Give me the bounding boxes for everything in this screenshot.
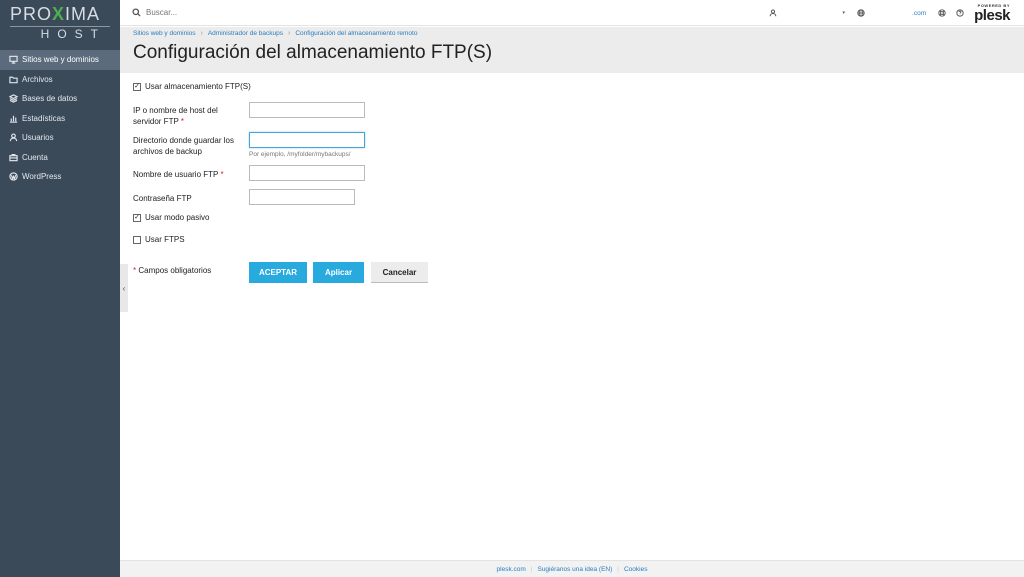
sidebar-item-wordpress[interactable]: WordPress — [0, 167, 120, 187]
brand-logo[interactable]: PROXIMA HOST — [0, 0, 120, 48]
use-ftp-checkbox[interactable]: ✓ — [133, 82, 141, 91]
monitor-icon — [8, 55, 18, 65]
ftp-username-input[interactable] — [249, 165, 365, 181]
sidebar-item-label: Sitios web y dominios — [22, 55, 99, 65]
ftp-password-input[interactable] — [249, 189, 355, 205]
ftps-label: Usar FTPS — [145, 235, 185, 244]
domain-link[interactable]: .com — [912, 10, 926, 17]
passive-mode-checkbox[interactable]: ✓ — [133, 213, 141, 222]
chevron-down-icon[interactable]: ▾ — [843, 10, 846, 16]
apply-button[interactable]: Aplicar — [313, 262, 364, 283]
footer-link-suggest-idea[interactable]: Sugiéranos una idea (EN) — [537, 566, 612, 573]
sidebar-item-label: Bases de datos — [22, 94, 78, 104]
search-icon — [132, 8, 141, 17]
briefcase-icon — [8, 152, 18, 162]
footer-link-plesk[interactable]: plesk.com — [497, 566, 526, 573]
sidebar-item-label: Cuenta — [22, 152, 48, 162]
username-label: Nombre de usuario FTP * — [133, 170, 224, 179]
top-right-controls: ▾ .com POWERED BY plesk — [769, 0, 1010, 26]
footer-link-cookies[interactable]: Cookies — [624, 566, 647, 573]
breadcrumb-separator-icon: › — [200, 30, 203, 37]
use-ftp-label: Usar almacenamiento FTP(S) — [145, 82, 251, 91]
sidebar-item-files[interactable]: Archivos — [0, 70, 120, 90]
logo-subtitle: HOST — [10, 26, 110, 41]
question-circle-icon — [956, 9, 964, 17]
sidebar-item-label: Archivos — [22, 74, 53, 84]
sidebar-nav: Sitios web y dominios Archivos Bases de … — [0, 50, 120, 187]
breadcrumb-separator-icon: › — [288, 30, 291, 37]
folder-icon — [8, 74, 18, 84]
search-input[interactable] — [146, 8, 446, 17]
ftp-host-input[interactable] — [249, 102, 365, 118]
database-icon — [8, 94, 18, 104]
sidebar-item-label: Usuarios — [22, 133, 54, 143]
chevron-left-icon: ‹ — [122, 283, 126, 293]
user-icon — [8, 133, 18, 143]
breadcrumb: Sitios web y dominios › Administrador de… — [133, 30, 417, 37]
directory-hint: Por ejemplo, /myfolder/mybackups/ — [249, 151, 351, 158]
page-header: Sitios web y dominios › Administrador de… — [120, 27, 1024, 73]
sidebar-item-websites[interactable]: Sitios web y dominios — [0, 50, 120, 70]
help-button[interactable] — [956, 9, 964, 17]
footer-separator: | — [617, 565, 619, 573]
password-label: Contraseña FTP — [133, 194, 192, 203]
plesk-wordmark: plesk — [974, 6, 1010, 24]
subscription-selector[interactable] — [857, 9, 865, 17]
page-title: Configuración del almacenamiento FTP(S) — [133, 42, 493, 63]
required-fields-note: * Campos obligatorios — [133, 266, 212, 275]
sidebar: PROXIMA HOST Sitios web y dominios Archi… — [0, 0, 120, 577]
wordpress-icon — [8, 172, 18, 182]
accept-button[interactable]: ACEPTAR — [249, 262, 307, 283]
search-box — [132, 8, 732, 17]
sidebar-item-databases[interactable]: Bases de datos — [0, 89, 120, 109]
cancel-button[interactable]: Cancelar — [371, 262, 428, 283]
logo-wordmark: PROXIMA — [10, 4, 101, 24]
sidebar-item-label: Estadísticas — [22, 113, 66, 123]
user-menu[interactable] — [769, 9, 777, 17]
lifebuoy-icon — [938, 9, 946, 17]
sidebar-collapse-toggle[interactable]: ‹ — [120, 264, 128, 312]
footer: plesk.com | Sugiéranos una idea (EN) | C… — [120, 560, 1024, 577]
breadcrumb-backup-manager[interactable]: Administrador de backups — [208, 30, 283, 37]
sidebar-item-label: WordPress — [22, 172, 62, 182]
plesk-logo[interactable]: POWERED BY plesk — [974, 3, 1010, 24]
backup-directory-input[interactable] — [249, 132, 365, 148]
top-bar: ▾ .com POWERED BY plesk — [120, 0, 1024, 26]
user-icon — [769, 9, 776, 17]
use-ftp-checkbox-row[interactable]: ✓ Usar almacenamiento FTP(S) — [133, 82, 251, 91]
directory-label: Directorio donde guardar los archivos de… — [133, 136, 234, 156]
ftps-checkbox-row[interactable]: Usar FTPS — [133, 235, 185, 244]
footer-separator: | — [530, 565, 533, 573]
sidebar-item-users[interactable]: Usuarios — [0, 128, 120, 148]
bar-chart-icon — [8, 113, 18, 123]
help-center-button[interactable] — [938, 9, 946, 17]
sidebar-item-statistics[interactable]: Estadísticas — [0, 109, 120, 129]
passive-mode-checkbox-row[interactable]: ✓ Usar modo pasivo — [133, 213, 209, 222]
globe-icon — [857, 9, 865, 17]
ftps-checkbox[interactable] — [133, 235, 141, 244]
breadcrumb-websites[interactable]: Sitios web y dominios — [133, 30, 196, 37]
breadcrumb-remote-storage[interactable]: Configuración del almacenamiento remoto — [295, 30, 417, 37]
sidebar-item-account[interactable]: Cuenta — [0, 148, 120, 168]
host-label: IP o nombre de host del servidor FTP * — [133, 106, 218, 126]
passive-mode-label: Usar modo pasivo — [145, 213, 210, 222]
